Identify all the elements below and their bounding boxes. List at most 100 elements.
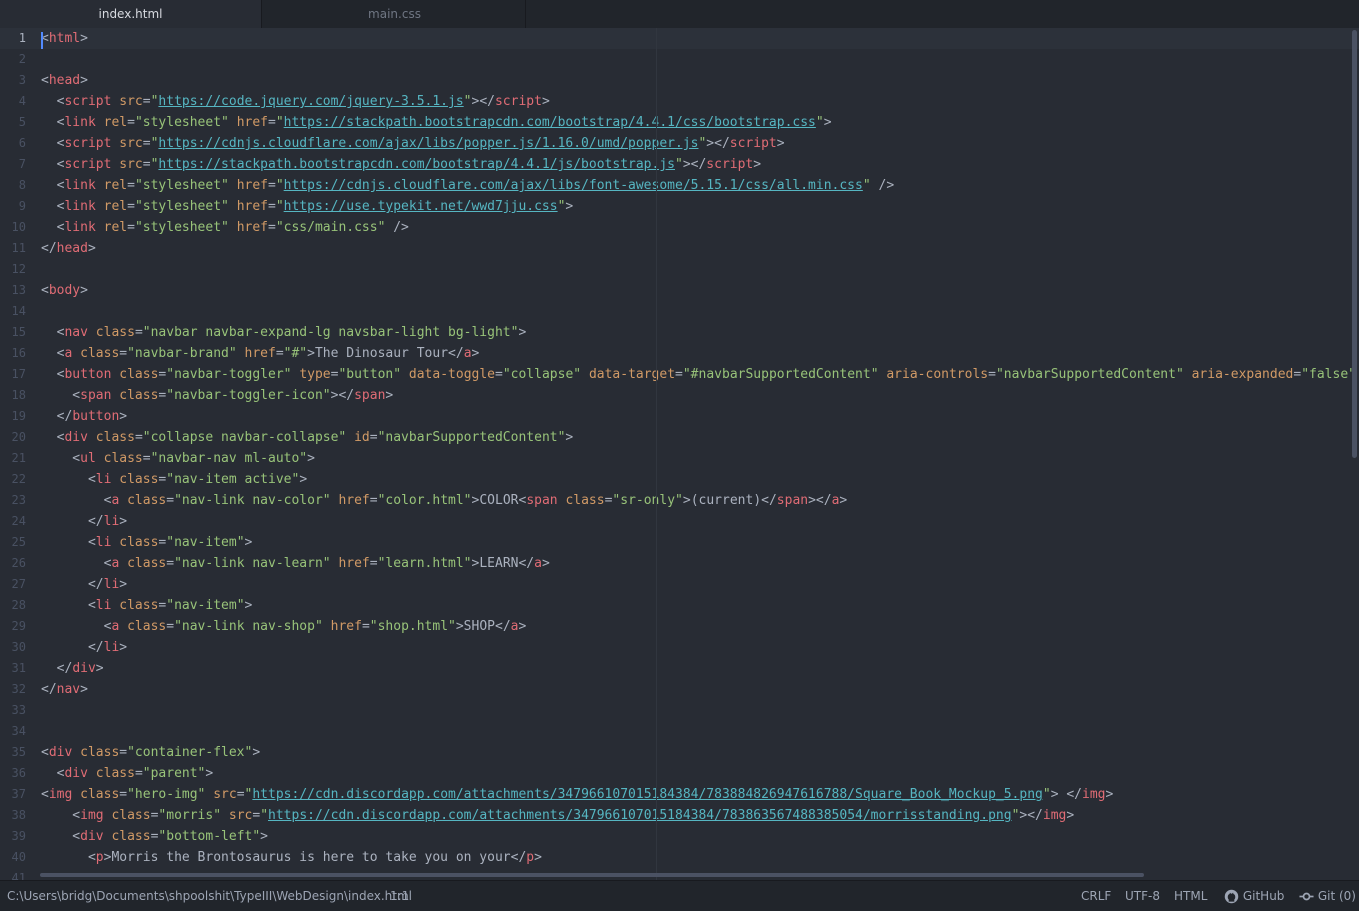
- code-line[interactable]: 5 <link rel="stylesheet" href="https://s…: [0, 112, 1359, 133]
- code-token[interactable]: https://stackpath.bootstrapcdn.com/boots…: [284, 115, 816, 130]
- code-line[interactable]: 22 <li class="nav-item active">: [0, 469, 1359, 490]
- github-button[interactable]: GitHub: [1224, 881, 1284, 911]
- code-line[interactable]: 20 <div class="collapse navbar-collapse"…: [0, 427, 1359, 448]
- code-text[interactable]: <nav class="navbar navbar-expand-lg navs…: [41, 322, 527, 343]
- code-text[interactable]: <script src="https://cdnjs.cloudflare.co…: [41, 133, 785, 154]
- code-line[interactable]: 17 <button class="navbar-toggler" type="…: [0, 364, 1359, 385]
- code-line[interactable]: 40 <p>Morris the Brontosaurus is here to…: [0, 847, 1359, 868]
- code-text[interactable]: <li class="nav-item">: [41, 532, 252, 553]
- code-text[interactable]: <script src="https://stackpath.bootstrap…: [41, 154, 761, 175]
- code-text[interactable]: </button>: [41, 406, 127, 427]
- code-text[interactable]: <li class="nav-item">: [41, 595, 252, 616]
- code-text[interactable]: </div>: [41, 658, 104, 679]
- code-text[interactable]: <div class="collapse navbar-collapse" id…: [41, 427, 574, 448]
- code-text[interactable]: <p>Morris the Brontosaurus is here to ta…: [41, 847, 542, 868]
- code-line[interactable]: 23 <a class="nav-link nav-color" href="c…: [0, 490, 1359, 511]
- code-line[interactable]: 24 </li>: [0, 511, 1359, 532]
- code-text[interactable]: <button class = "navbar-toggler" type = "but…: [41, 364, 1359, 385]
- tab-index-html[interactable]: index.html: [0, 0, 262, 29]
- grammar[interactable]: HTML: [1174, 881, 1207, 911]
- code-line[interactable]: 32 </nav>: [0, 679, 1359, 700]
- code-line[interactable]: 39 <div class="bottom-left">: [0, 826, 1359, 847]
- code-line[interactable]: 2: [0, 49, 1359, 70]
- code-text[interactable]: <a class="nav-link nav-learn" href="lear…: [41, 553, 550, 574]
- code-token: nav: [64, 325, 88, 340]
- tab-main-css[interactable]: main.css: [264, 0, 526, 28]
- code-line[interactable]: 28 <li class="nav-item">: [0, 595, 1359, 616]
- code-text[interactable]: <head>: [41, 70, 88, 91]
- code-line[interactable]: 35 <div class="container-flex">: [0, 742, 1359, 763]
- code-line[interactable]: 8 <link rel="stylesheet" href="https://c…: [0, 175, 1359, 196]
- code-token[interactable]: https://cdnjs.cloudflare.com/ajax/libs/p…: [158, 136, 698, 151]
- code-text[interactable]: <link rel="stylesheet" href="css/main.cs…: [41, 217, 409, 238]
- code-text[interactable]: <script src="https://code.jquery.com/jqu…: [41, 91, 550, 112]
- code-text[interactable]: <div class="parent">: [41, 763, 214, 784]
- code-line[interactable]: 6 <script src="https://cdnjs.cloudflare.…: [0, 133, 1359, 154]
- code-editor[interactable]: 1 <html> 2 3 <head> 4 <script src="https://co…: [0, 28, 1359, 880]
- code-token[interactable]: https://use.typekit.net/wwd7jju.css: [284, 199, 558, 214]
- code-line[interactable]: 12: [0, 259, 1359, 280]
- code-token[interactable]: https://cdn.discordapp.com/attachments/3…: [252, 787, 1043, 802]
- code-line[interactable]: 36 <div class="parent">: [0, 763, 1359, 784]
- code-line[interactable]: 16 <a class="navbar-brand" href="#">The …: [0, 343, 1359, 364]
- code-line[interactable]: 7 <script src="https://stackpath.bootstr…: [0, 154, 1359, 175]
- git-button[interactable]: Git (0): [1299, 881, 1356, 911]
- code-text[interactable]: </li>: [41, 574, 127, 595]
- code-text[interactable]: <span class="navbar-toggler-icon"></span…: [41, 385, 393, 406]
- code-token: class: [119, 388, 159, 403]
- code-text[interactable]: <div class="bottom-left">: [41, 826, 268, 847]
- code-line[interactable]: 25 <li class="nav-item">: [0, 532, 1359, 553]
- vertical-scrollbar[interactable]: [1352, 30, 1357, 458]
- code-text[interactable]: <a class="navbar-brand" href="#">The Din…: [41, 343, 480, 364]
- line-ending[interactable]: CRLF: [1081, 881, 1111, 911]
- code-text[interactable]: </li>: [41, 511, 127, 532]
- code-text[interactable]: <link rel="stylesheet" href="https://use…: [41, 196, 574, 217]
- code-line[interactable]: 37 <img class="hero-img" src="https://cdn…: [0, 784, 1359, 805]
- code-text[interactable]: </li>: [41, 637, 127, 658]
- code-text[interactable]: <a class="nav-link nav-color" href="colo…: [41, 490, 848, 511]
- code-text[interactable]: <html>: [41, 28, 88, 49]
- code-text[interactable]: <a class="nav-link nav-shop" href="shop.…: [41, 616, 527, 637]
- code-line[interactable]: 29 <a class="nav-link nav-shop" href="sh…: [0, 616, 1359, 637]
- code-token[interactable]: https://cdn.discordapp.com/attachments/3…: [268, 808, 1012, 823]
- encoding[interactable]: UTF-8: [1125, 881, 1160, 911]
- code-text[interactable]: <li class="nav-item active">: [41, 469, 307, 490]
- code-line[interactable]: 9 <link rel="stylesheet" href="https://u…: [0, 196, 1359, 217]
- code-token: div: [64, 766, 88, 781]
- code-line[interactable]: 3 <head>: [0, 70, 1359, 91]
- code-token[interactable]: https://cdnjs.cloudflare.com/ajax/libs/f…: [284, 178, 863, 193]
- code-text[interactable]: <link rel="stylesheet" href="https://cdn…: [41, 175, 895, 196]
- code-line[interactable]: 38 <img class="morris" src="https://cdn.…: [0, 805, 1359, 826]
- code-token: link: [64, 220, 96, 235]
- code-text[interactable]: <div class="container-flex">: [41, 742, 260, 763]
- code-line[interactable]: 11 </head>: [0, 238, 1359, 259]
- code-text[interactable]: </nav>: [41, 679, 88, 700]
- horizontal-scrollbar[interactable]: [40, 873, 1144, 877]
- code-line[interactable]: 21 <ul class="navbar-nav ml-auto">: [0, 448, 1359, 469]
- cursor-position[interactable]: 1:1: [390, 881, 409, 911]
- code-line[interactable]: 10 <link rel="stylesheet" href="css/main…: [0, 217, 1359, 238]
- code-line[interactable]: 19 </button>: [0, 406, 1359, 427]
- code-line[interactable]: 34: [0, 721, 1359, 742]
- code-line[interactable]: 1 <html>: [0, 28, 1359, 49]
- code-token: "stylesheet": [134, 199, 229, 214]
- code-line[interactable]: 30 </li>: [0, 637, 1359, 658]
- code-line[interactable]: 26 <a class="nav-link nav-learn" href="l…: [0, 553, 1359, 574]
- file-path[interactable]: C:\Users\bridg\Documents\shpoolshit\Type…: [7, 881, 412, 911]
- code-text[interactable]: <img class="hero-img" src="https://cdn.d…: [41, 784, 1113, 805]
- code-line[interactable]: 33: [0, 700, 1359, 721]
- code-token[interactable]: https://code.jquery.com/jquery-3.5.1.js: [158, 94, 463, 109]
- code-line[interactable]: 15 <nav class="navbar navbar-expand-lg n…: [0, 322, 1359, 343]
- code-line[interactable]: 18 <span class="navbar-toggler-icon"></s…: [0, 385, 1359, 406]
- code-token[interactable]: https://stackpath.bootstrapcdn.com/boots…: [158, 157, 675, 172]
- code-line[interactable]: 13 <body>: [0, 280, 1359, 301]
- code-text[interactable]: </head>: [41, 238, 96, 259]
- code-line[interactable]: 14: [0, 301, 1359, 322]
- code-line[interactable]: 4 <script src="https://code.jquery.com/j…: [0, 91, 1359, 112]
- code-text[interactable]: <body>: [41, 280, 88, 301]
- code-line[interactable]: 27 </li>: [0, 574, 1359, 595]
- code-text[interactable]: <img class="morris" src="https://cdn.dis…: [41, 805, 1074, 826]
- code-text[interactable]: <ul class="navbar-nav ml-auto">: [41, 448, 315, 469]
- code-text[interactable]: <link rel="stylesheet" href="https://sta…: [41, 112, 832, 133]
- code-line[interactable]: 31 </div>: [0, 658, 1359, 679]
